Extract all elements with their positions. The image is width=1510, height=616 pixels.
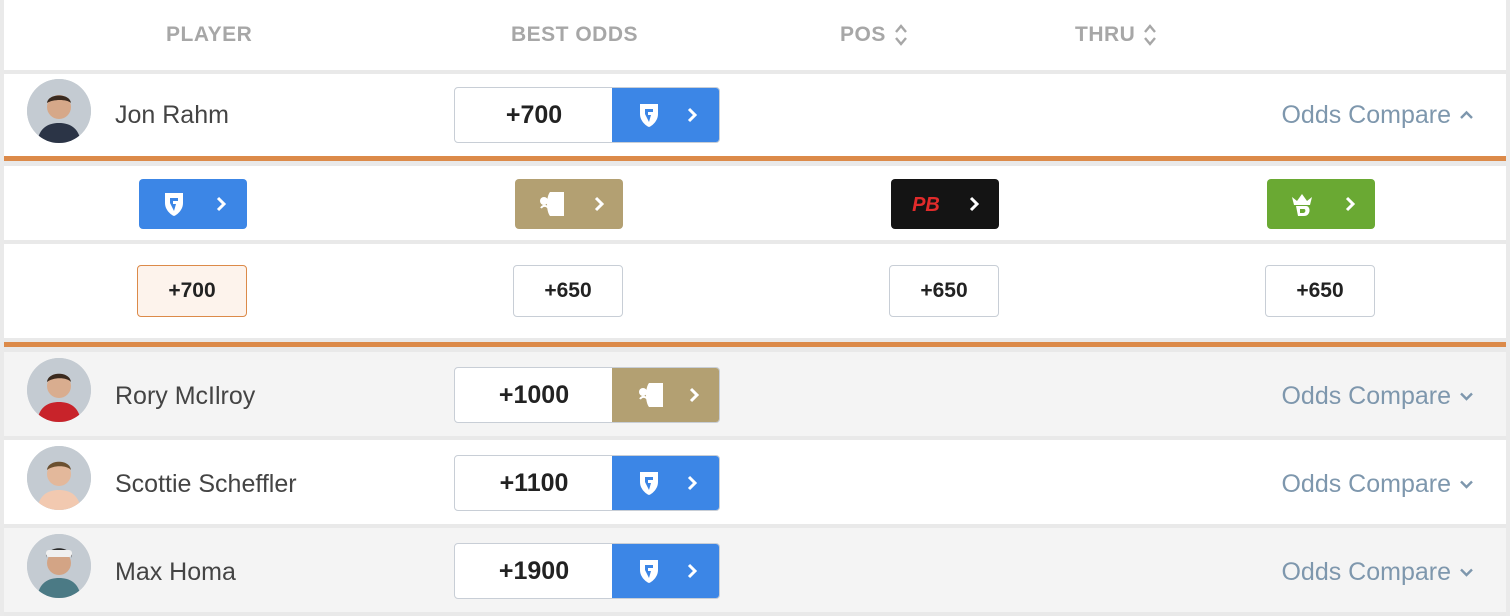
best-odds-button[interactable]: +700	[454, 87, 720, 143]
player-name[interactable]: Jon Rahm	[115, 100, 229, 130]
odds-compare-toggle[interactable]: Odds Compare	[1281, 557, 1474, 587]
fanduel-bet-button[interactable]	[612, 88, 719, 142]
table-border-left	[0, 0, 4, 616]
header-player: PLAYER	[166, 23, 253, 46]
chevron-right-icon	[1345, 196, 1356, 212]
betmgm-lion-icon	[635, 383, 663, 407]
expanded-top-border	[4, 156, 1506, 161]
odds-values-row: +700 +650 +650 +650	[4, 244, 1506, 338]
fanduel-shield-icon	[165, 193, 183, 216]
odds-compare-label: Odds Compare	[1281, 382, 1451, 410]
chevron-right-icon	[689, 387, 700, 403]
fanduel-shield-icon	[640, 472, 658, 495]
best-odds-button[interactable]: +1000	[454, 367, 720, 423]
header-thru[interactable]: THRU	[1075, 22, 1157, 48]
best-odds-value: +1100	[499, 468, 569, 497]
betmgm-odds[interactable]: +650	[513, 265, 623, 317]
table-row: Rory McIlroy +1000 Odds Compare	[4, 352, 1506, 436]
fanduel-bet-button[interactable]	[612, 456, 719, 510]
header-thru-label: THRU	[1075, 23, 1136, 46]
fanduel-bet-button[interactable]	[612, 544, 719, 598]
sort-icon[interactable]	[894, 21, 908, 49]
chevron-down-icon	[1460, 392, 1473, 401]
fanduel-book-button[interactable]	[139, 179, 247, 229]
odds-compare-label: Odds Compare	[1281, 558, 1451, 586]
odds-compare-toggle[interactable]: Odds Compare	[1281, 100, 1474, 130]
table-header: PLAYER BEST ODDS POS THRU	[4, 0, 1506, 70]
chevron-right-icon	[594, 196, 605, 212]
betmgm-bet-button[interactable]	[612, 368, 719, 422]
pointsbet-odds[interactable]: +650	[889, 265, 999, 317]
table-row: Scottie Scheffler +1100 Odds Compare	[4, 440, 1506, 524]
table-border-right	[1506, 0, 1510, 616]
betmgm-book-button[interactable]	[515, 179, 623, 229]
chevron-right-icon	[216, 196, 227, 212]
best-odds-button[interactable]: +1100	[454, 455, 720, 511]
avatar	[27, 358, 91, 422]
best-odds-value: +1900	[498, 556, 570, 585]
betmgm-lion-icon	[536, 192, 564, 216]
draftkings-book-button[interactable]	[1267, 179, 1375, 229]
chevron-down-icon	[1460, 480, 1473, 489]
expanded-bottom-border	[4, 342, 1506, 347]
odds-table: PLAYER BEST ODDS POS THRU Jon Rahm +700 …	[0, 0, 1510, 616]
draftkings-odds[interactable]: +650	[1265, 265, 1375, 317]
header-pos-label: POS	[840, 23, 886, 46]
best-odds-value: +1000	[498, 380, 570, 409]
chevron-right-icon	[687, 563, 698, 579]
table-row: Jon Rahm +700 Odds Compare	[4, 74, 1506, 156]
avatar	[27, 79, 91, 143]
player-name[interactable]: Rory McIlroy	[115, 381, 255, 411]
player-name[interactable]: Max Homa	[115, 557, 236, 587]
chevron-right-icon	[687, 475, 698, 491]
fanduel-shield-icon	[640, 560, 658, 583]
fanduel-shield-icon	[640, 104, 658, 127]
best-odds-button[interactable]: +1900	[454, 543, 720, 599]
odds-compare-label: Odds Compare	[1281, 101, 1451, 129]
pointsbet-book-button[interactable]: PB	[891, 179, 999, 229]
chevron-right-icon	[969, 196, 980, 212]
draftkings-crown-icon	[1292, 194, 1312, 216]
pointsbet-logo: PB	[912, 194, 940, 216]
avatar	[27, 446, 91, 510]
chevron-up-icon	[1460, 110, 1473, 119]
sort-icon[interactable]	[1143, 21, 1157, 49]
chevron-right-icon	[687, 107, 698, 123]
table-row: Max Homa +1900 Odds Compare	[4, 528, 1506, 612]
odds-compare-toggle[interactable]: Odds Compare	[1281, 469, 1474, 499]
player-name[interactable]: Scottie Scheffler	[115, 469, 297, 499]
header-pos[interactable]: POS	[840, 22, 908, 48]
fanduel-odds-best[interactable]: +700	[137, 265, 247, 317]
sportsbook-row: PB	[4, 166, 1506, 240]
odds-compare-label: Odds Compare	[1281, 470, 1451, 498]
odds-compare-toggle[interactable]: Odds Compare	[1281, 381, 1474, 411]
header-best-odds: BEST ODDS	[511, 23, 639, 46]
best-odds-value: +700	[505, 100, 563, 129]
svg-text:PB: PB	[912, 194, 940, 216]
chevron-down-icon	[1460, 568, 1473, 577]
avatar	[27, 534, 91, 598]
